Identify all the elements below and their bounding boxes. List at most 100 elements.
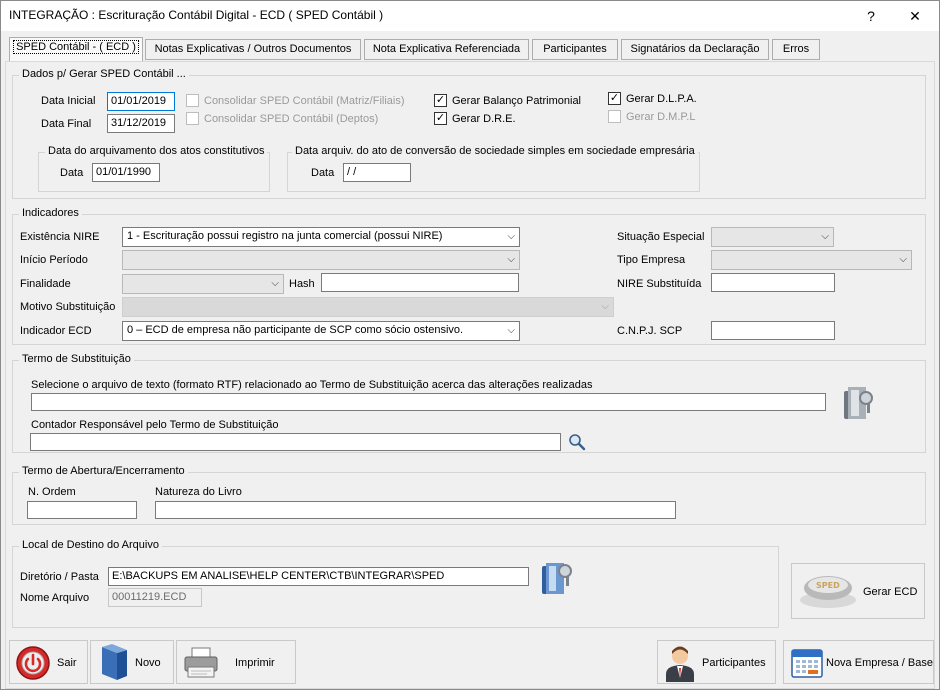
hash-input[interactable] <box>321 273 519 292</box>
calendar-icon <box>791 649 823 678</box>
consolidar-matriz-label: Consolidar SPED Contábil (Matriz/Filiais… <box>204 95 405 107</box>
termo-abertura-legend: Termo de Abertura/Encerramento <box>19 465 188 477</box>
tab-nota-referenciada[interactable]: Nota Explicativa Referenciada <box>364 39 529 60</box>
dados-group: Dados p/ Gerar SPED Contábil ... Data In… <box>12 68 926 199</box>
gerar-dre-label: Gerar D.R.E. <box>452 113 516 125</box>
ordem-label: N. Ordem <box>28 486 76 498</box>
arquivo-rtf-input[interactable] <box>31 393 826 411</box>
printer-icon <box>184 647 218 678</box>
folder-browse-icon[interactable] <box>540 560 574 598</box>
nire-substituida-label: NIRE Substituída <box>617 278 702 290</box>
conversao-data-input[interactable]: / / <box>343 163 411 182</box>
destino-group: Local de Destino do Arquivo Diretório / … <box>12 539 779 628</box>
cnpj-scp-label: C.N.P.J. SCP <box>617 325 683 337</box>
gerar-dmpl-checkbox[interactable] <box>608 110 621 123</box>
finalidade-select[interactable]: ⌵ <box>122 274 284 294</box>
consolidar-deptos-label: Consolidar SPED Contábil (Deptos) <box>204 113 379 125</box>
check-icon: ✓ <box>609 92 620 104</box>
check-icon: ✓ <box>435 94 446 106</box>
gerar-balanco-label: Gerar Balanço Patrimonial <box>452 95 582 107</box>
participantes-button[interactable]: Participantes <box>657 640 776 684</box>
nire-substituida-input[interactable] <box>711 273 835 292</box>
data-final-input[interactable]: 31/12/2019 <box>107 114 175 133</box>
conversao-data-label: Data <box>311 167 335 179</box>
nome-arquivo-input[interactable]: 00011219.ECD <box>108 588 202 607</box>
tab-signatarios[interactable]: Signatários da Declaração <box>621 39 769 60</box>
ordem-input[interactable] <box>27 501 137 519</box>
imprimir-button[interactable]: Imprimir <box>176 640 296 684</box>
data-inicial-label: Data Inicial <box>41 95 96 107</box>
chevron-down-icon: ⌵ <box>271 278 279 289</box>
inicio-periodo-label: Início Período <box>20 254 88 266</box>
natureza-livro-input[interactable] <box>155 501 676 519</box>
gerar-ecd-button[interactable]: SPED Gerar ECD <box>791 563 925 619</box>
consolidar-matriz-checkbox[interactable] <box>186 94 199 107</box>
tab-content: Dados p/ Gerar SPED Contábil ... Data In… <box>5 61 935 689</box>
termo-substituicao-legend: Termo de Substituição <box>19 353 134 365</box>
cnpj-scp-input[interactable] <box>711 321 835 340</box>
tipo-empresa-select[interactable]: ⌵ <box>711 250 912 270</box>
existencia-nire-select[interactable]: 1 - Escrituração possui registro na junt… <box>122 227 520 247</box>
arquivamento-group: Data do arquivamento dos atos constituti… <box>38 145 270 192</box>
contador-input[interactable] <box>30 433 561 451</box>
nome-arquivo-label: Nome Arquivo <box>20 592 90 604</box>
open-file-icon[interactable] <box>840 385 876 423</box>
inicio-periodo-select[interactable]: ⌵ <box>122 250 520 270</box>
existencia-nire-label: Existência NIRE <box>20 231 100 243</box>
chevron-down-icon: ⌵ <box>899 254 907 265</box>
situacao-especial-select[interactable]: ⌵ <box>711 227 834 247</box>
arquivo-rtf-label: Selecione o arquivo de texto (formato RT… <box>31 379 593 391</box>
imprimir-label: Imprimir <box>235 657 275 669</box>
participantes-label: Participantes <box>702 657 766 669</box>
termo-substituicao-group: Termo de Substituição Selecione o arquiv… <box>12 353 926 453</box>
diretorio-input[interactable]: E:\BACKUPS EM ANALISE\HELP CENTER\CTB\IN… <box>108 567 529 586</box>
contador-label: Contador Responsável pelo Termo de Subst… <box>31 419 279 431</box>
sped-logo-text: SPED <box>816 581 840 590</box>
person-icon <box>666 646 694 682</box>
novo-button[interactable]: Novo <box>90 640 174 684</box>
search-icon[interactable] <box>568 433 586 451</box>
sair-button[interactable]: Sair <box>9 640 88 684</box>
gerar-dlpa-checkbox[interactable]: ✓ <box>608 92 621 105</box>
chevron-down-icon: ⌵ <box>601 301 609 312</box>
nova-empresa-button[interactable]: Nova Empresa / Base <box>783 640 934 684</box>
chevron-down-icon: ⌵ <box>821 231 829 242</box>
situacao-especial-label: Situação Especial <box>617 231 705 243</box>
arquivamento-data-label: Data <box>60 167 84 179</box>
data-inicial-input[interactable]: 01/01/2019 <box>107 92 175 111</box>
arquivamento-data-input[interactable]: 01/01/1990 <box>92 163 160 182</box>
window-title: INTEGRAÇÃO : Escrituração Contábil Digit… <box>9 8 384 22</box>
sped-logo-icon: SPED <box>800 576 856 608</box>
hash-label: Hash <box>289 278 315 290</box>
main-window: INTEGRAÇÃO : Escrituração Contábil Digit… <box>0 0 940 690</box>
tab-participantes[interactable]: Participantes <box>532 39 618 60</box>
termo-abertura-group: Termo de Abertura/Encerramento N. Ordem … <box>12 465 926 525</box>
novo-label: Novo <box>135 657 161 669</box>
dados-legend: Dados p/ Gerar SPED Contábil ... <box>19 68 189 80</box>
tab-notas-explicativas[interactable]: Notas Explicativas / Outros Documentos <box>145 39 361 60</box>
close-button[interactable]: ✕ <box>901 5 929 27</box>
gerar-balanco-checkbox[interactable]: ✓ <box>434 94 447 107</box>
conversao-group: Data arquiv. do ato de conversão de soci… <box>287 145 700 192</box>
nova-empresa-label: Nova Empresa / Base <box>826 657 933 669</box>
help-button[interactable]: ? <box>857 5 885 27</box>
power-icon <box>16 646 50 680</box>
indicadores-group: Indicadores Existência NIRE 1 - Escritur… <box>12 207 926 345</box>
diretorio-label: Diretório / Pasta <box>20 571 99 583</box>
indicador-ecd-select[interactable]: 0 – ECD de empresa não participante de S… <box>122 321 520 341</box>
indicadores-legend: Indicadores <box>19 207 82 219</box>
arquivamento-legend: Data do arquivamento dos atos constituti… <box>45 145 268 157</box>
gerar-ecd-label: Gerar ECD <box>863 586 918 598</box>
tab-strip: SPED Contábil - ( ECD ) Notas Explicativ… <box>1 37 939 62</box>
tab-sped-contabil[interactable]: SPED Contábil - ( ECD ) <box>9 37 143 62</box>
consolidar-deptos-checkbox[interactable] <box>186 112 199 125</box>
destino-legend: Local de Destino do Arquivo <box>19 539 162 551</box>
motivo-substituicao-select[interactable]: ⌵ <box>122 297 614 317</box>
gerar-dre-checkbox[interactable]: ✓ <box>434 112 447 125</box>
tab-erros[interactable]: Erros <box>772 39 820 60</box>
indicador-ecd-value: 0 – ECD de empresa não participante de S… <box>127 324 464 336</box>
tipo-empresa-label: Tipo Empresa <box>617 254 686 266</box>
finalidade-label: Finalidade <box>20 278 71 290</box>
existencia-nire-value: 1 - Escrituração possui registro na junt… <box>127 230 443 242</box>
title-bar[interactable]: INTEGRAÇÃO : Escrituração Contábil Digit… <box>1 1 939 31</box>
